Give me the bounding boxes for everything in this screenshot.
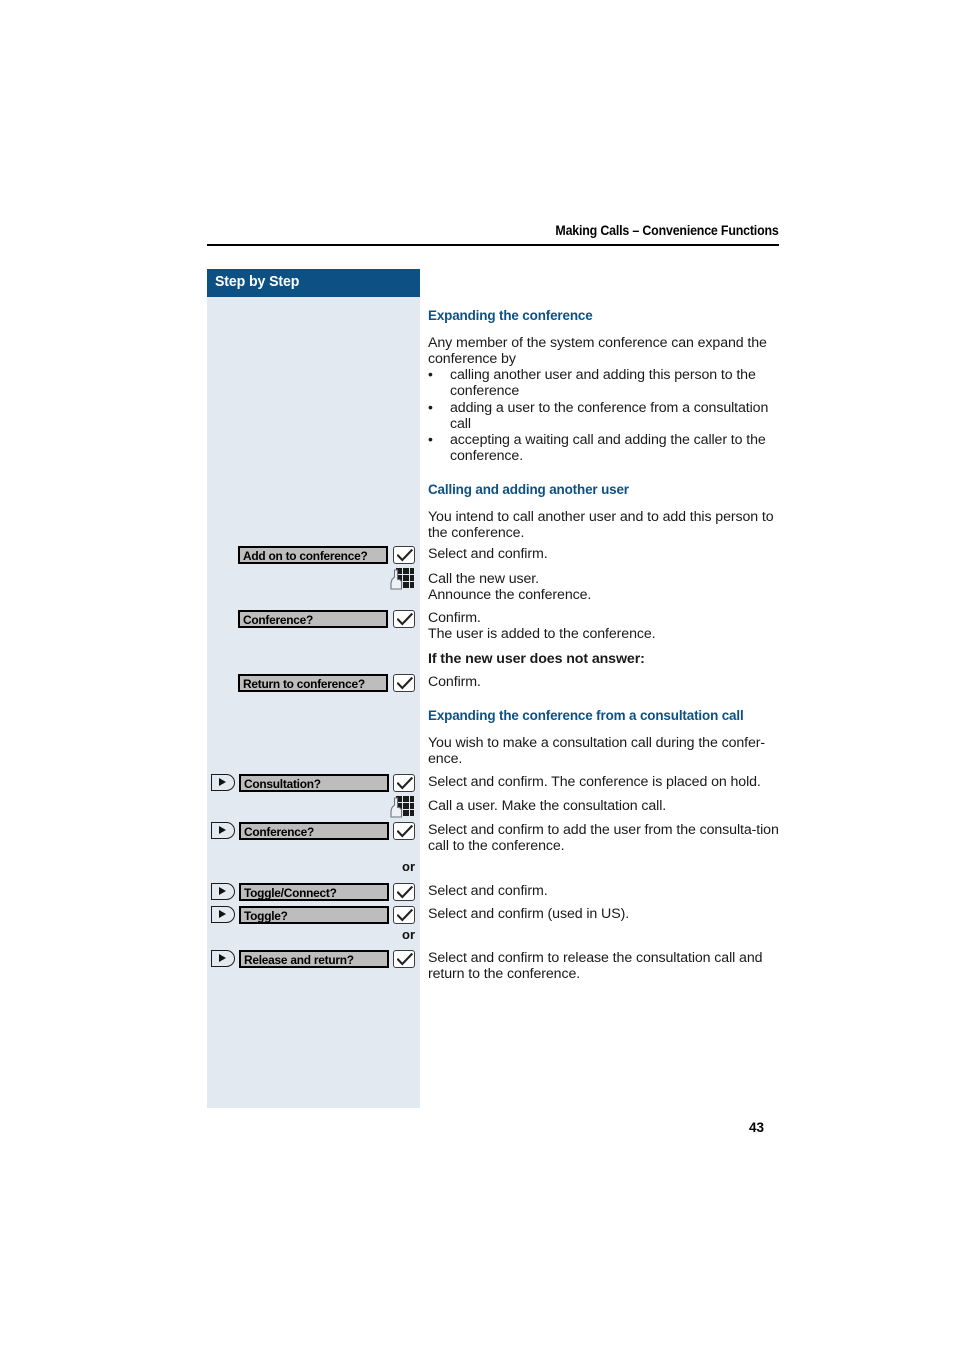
- display-field-release-and-return[interactable]: Release and return?: [239, 950, 389, 968]
- keypad-hand-icon: [389, 567, 415, 593]
- ok-check-button-toggle[interactable]: [393, 906, 415, 924]
- list-item: calling another user and adding this per…: [428, 366, 779, 400]
- step-text-select-and-confirm-us: Select and confirm (used in US).: [428, 906, 630, 922]
- ok-check-button-conference-2[interactable]: [393, 822, 415, 840]
- ok-check-button-return-to-conference[interactable]: [393, 674, 415, 692]
- check-icon: [397, 677, 413, 690]
- display-field-label: Add on to conference?: [243, 549, 368, 563]
- or-label-1: or: [402, 859, 415, 874]
- or-label-2: or: [402, 927, 415, 942]
- step-text-call-a-user: Call a user. Make the consultation call.: [428, 798, 667, 814]
- step-text-confirm-2: Confirm.: [428, 674, 481, 690]
- check-icon: [397, 886, 413, 899]
- step-text-user-added: The user is added to the conference.: [428, 626, 656, 642]
- step-text-select-and-confirm-1: Select and confirm.: [428, 546, 548, 562]
- scroll-arrow-icon-toggle[interactable]: [211, 906, 235, 923]
- scroll-arrow-icon-toggle-connect[interactable]: [211, 883, 235, 900]
- step-text-confirm-1: Confirm.: [428, 610, 481, 626]
- display-field-label: Conference?: [243, 613, 314, 627]
- display-field-label: Toggle/Connect?: [244, 886, 337, 900]
- triangle-right-icon: [219, 910, 226, 918]
- ok-check-button-release-and-return[interactable]: [393, 950, 415, 968]
- paragraph-expanding-intro: Any member of the system conference can …: [428, 335, 767, 368]
- ok-check-button-toggle-connect[interactable]: [393, 883, 415, 901]
- triangle-right-icon: [219, 954, 226, 962]
- display-field-toggle-connect[interactable]: Toggle/Connect?: [239, 883, 389, 901]
- ok-check-button-consultation[interactable]: [393, 774, 415, 792]
- subheading-if-new-user-does-not-answer: If the new user does not answer:: [428, 651, 645, 667]
- check-icon: [397, 953, 413, 966]
- triangle-right-icon: [219, 778, 226, 786]
- check-icon: [397, 909, 413, 922]
- display-field-return-to-conference[interactable]: Return to conference?: [238, 674, 388, 692]
- sidebar-title: Step by Step: [215, 273, 300, 290]
- list-item: accepting a waiting call and adding the …: [428, 431, 779, 465]
- heading-calling-and-adding-another-user: Calling and adding another user: [428, 481, 629, 497]
- display-field-consultation[interactable]: Consultation?: [239, 774, 389, 792]
- header-divider: [207, 244, 779, 246]
- step-text-add-user-from-consultation: Select and confirm to add the user from …: [428, 822, 779, 855]
- display-field-toggle[interactable]: Toggle?: [239, 906, 389, 924]
- scroll-arrow-icon-consultation[interactable]: [211, 774, 235, 791]
- step-text-select-confirm-hold: Select and confirm. The conference is pl…: [428, 774, 761, 790]
- page-number: 43: [749, 1120, 765, 1135]
- display-field-label: Return to conference?: [243, 677, 365, 691]
- check-icon: [397, 613, 413, 626]
- step-by-step-sidebar: Step by Step Add on to conference? Confe…: [207, 269, 420, 1108]
- display-field-label: Release and return?: [244, 953, 354, 967]
- display-field-label: Conference?: [244, 825, 315, 839]
- scroll-arrow-icon-release-and-return[interactable]: [211, 950, 235, 967]
- step-text-select-and-confirm-2: Select and confirm.: [428, 883, 548, 899]
- check-icon: [397, 777, 413, 790]
- keypad-hand-icon: [389, 795, 415, 821]
- heading-expanding-from-consultation-call: Expanding the conference from a consulta…: [428, 707, 744, 723]
- page-header: Making Calls – Convenience Functions: [207, 222, 779, 240]
- page-header-title: Making Calls – Convenience Functions: [555, 223, 779, 238]
- paragraph-calling-intro: You intend to call another user and to a…: [428, 509, 774, 542]
- step-text-release-and-return: Select and confirm to release the consul…: [428, 950, 763, 983]
- display-field-add-on-to-conference[interactable]: Add on to conference?: [238, 546, 388, 564]
- display-field-conference-1[interactable]: Conference?: [238, 610, 388, 628]
- step-text-call-the-new-user: Call the new user.: [428, 571, 539, 587]
- bullet-list-expand-methods: calling another user and adding this per…: [428, 366, 779, 465]
- display-field-label: Toggle?: [244, 909, 288, 923]
- paragraph-consultation-intro: You wish to make a consultation call dur…: [428, 735, 766, 768]
- heading-expanding-the-conference: Expanding the conference: [428, 307, 593, 323]
- ok-check-button-conference-1[interactable]: [393, 610, 415, 628]
- display-field-conference-2[interactable]: Conference?: [239, 822, 389, 840]
- sidebar-title-bar: Step by Step: [207, 269, 420, 297]
- display-field-label: Consultation?: [244, 777, 321, 791]
- scroll-arrow-icon-conference-2[interactable]: [211, 822, 235, 839]
- list-item: adding a user to the conference from a c…: [428, 399, 779, 433]
- check-icon: [397, 825, 413, 838]
- check-icon: [397, 549, 413, 562]
- ok-check-button-add-on[interactable]: [393, 546, 415, 564]
- triangle-right-icon: [219, 826, 226, 834]
- triangle-right-icon: [219, 887, 226, 895]
- step-text-announce-the-conference: Announce the conference.: [428, 587, 592, 603]
